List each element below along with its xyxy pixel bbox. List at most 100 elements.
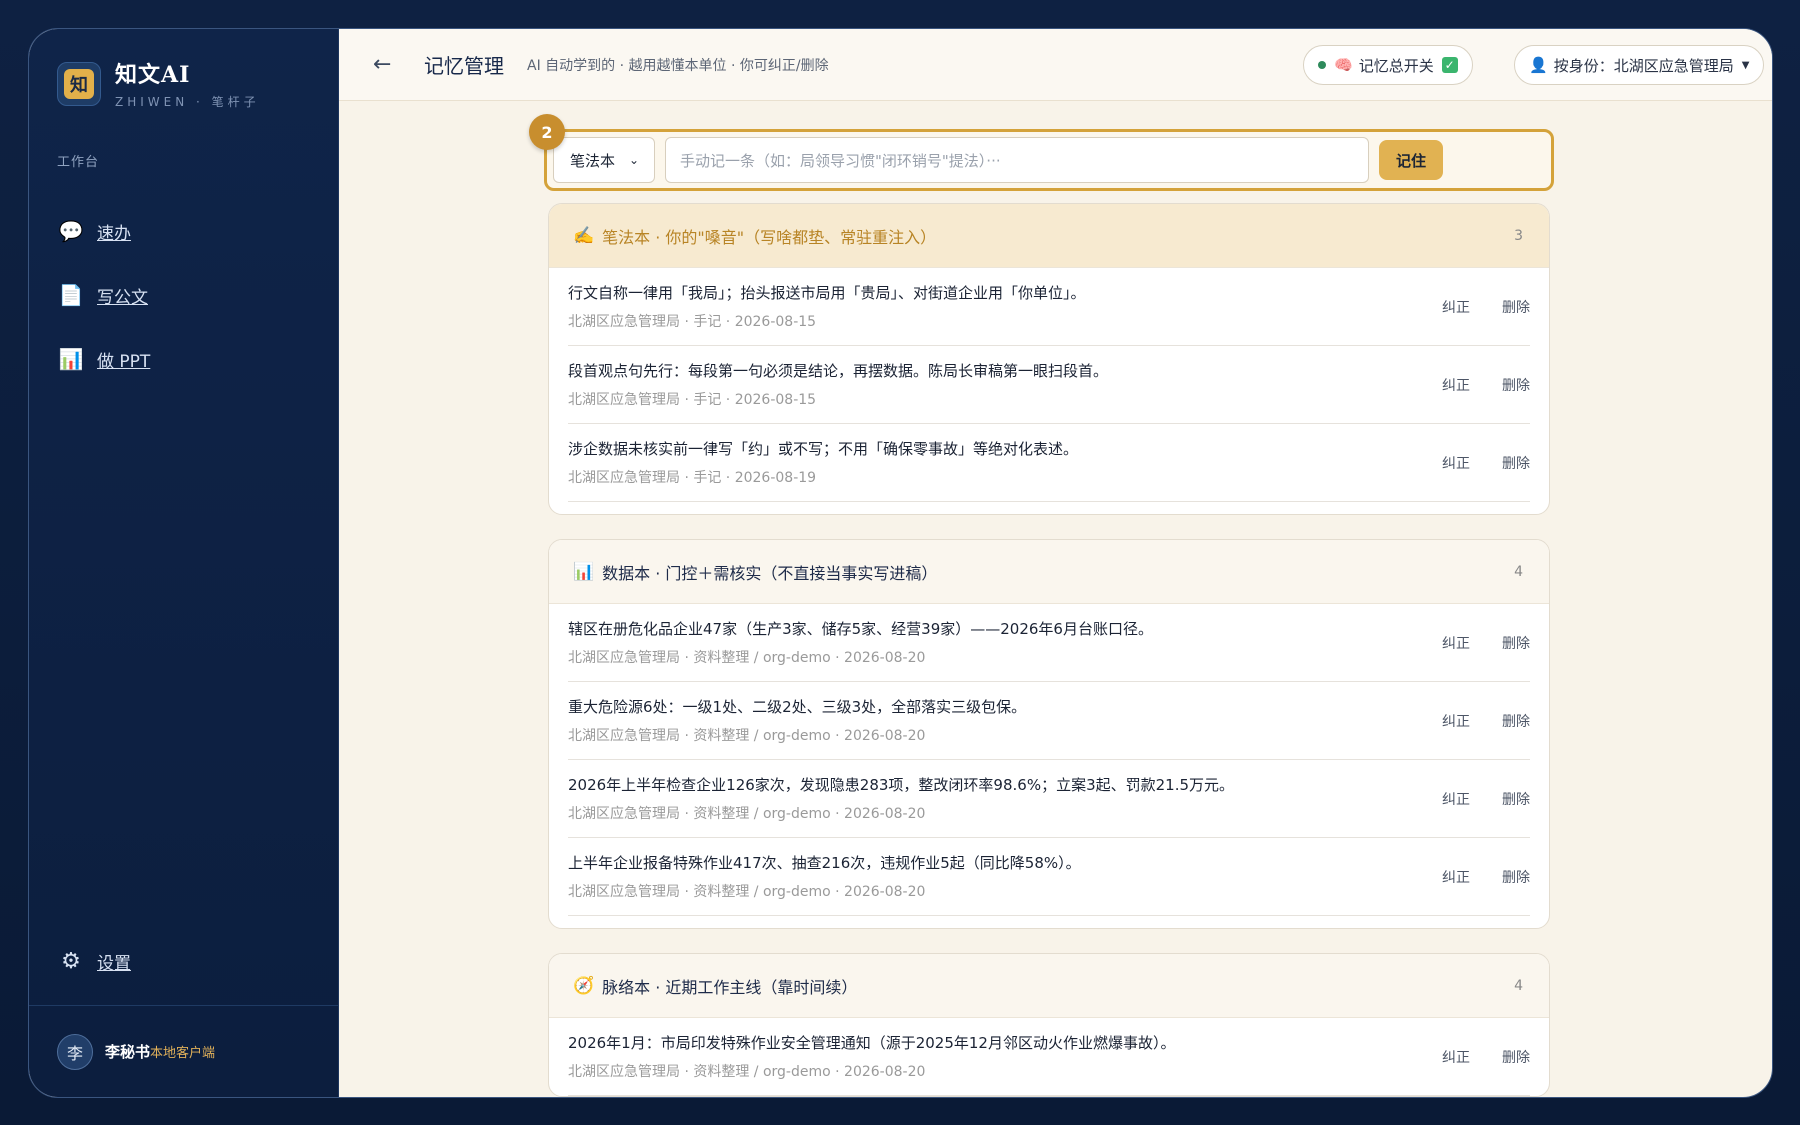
sidebar-section-label: 工作台 <box>57 155 100 170</box>
memory-meta: 北湖区应急管理局 · 资料整理 / org-demo · 2026-08-20 <box>568 1064 926 1080</box>
sidebar-item-write-doc[interactable]: 📄 写公文 <box>57 263 307 327</box>
memory-meta: 北湖区应急管理局 · 手记 · 2026-08-15 <box>568 392 817 408</box>
card-header: 🧭 脉络本 · 近期工作主线（靠时间续） 4 <box>549 954 1549 1018</box>
delete-button[interactable]: 删除 <box>1502 867 1530 887</box>
sidebar-item-label: 写公文 <box>97 287 148 308</box>
brand-logo-char: 知 <box>64 68 94 99</box>
memory-text: 段首观点句先行：每段第一句必须是结论，再摆数据。陈局长审稿第一眼扫段首。 <box>568 362 1109 380</box>
sidebar-item-settings[interactable]: ⚙ 设置 <box>57 949 131 974</box>
memory-input[interactable]: 手动记一条（如：局领导习惯"闭环销号"提法）··· <box>665 137 1369 183</box>
correct-button[interactable]: 纠正 <box>1442 867 1470 887</box>
app-window: 知 知文AI ZHIWEN · 笔杆子 工作台 💬 速办 📄 写公文 📊 做 P… <box>28 28 1773 1098</box>
list-item: 2026年上半年检查企业126家次，发现隐患283项，整改闭环率98.6%；立案… <box>568 760 1530 838</box>
card-title: 脉络本 · 近期工作主线（靠时间续） <box>602 977 858 997</box>
context-notebook-card: 🧭 脉络本 · 近期工作主线（靠时间续） 4 2026年1月：市局印发特殊作业安… <box>548 953 1550 1097</box>
checkbox-checked-icon[interactable]: ✓ <box>1441 57 1458 73</box>
identity-label: 按身份：北湖区应急管理局 <box>1553 56 1734 75</box>
card-title: 数据本 · 门控＋需核实（不直接当事实写进稿） <box>602 563 938 583</box>
manual-entry-bar: 2 笔法本 ⌄ 手动记一条（如：局领导习惯"闭环销号"提法）··· 记住 <box>529 114 1554 191</box>
brand: 知 知文AI ZHIWEN · 笔杆子 <box>57 57 260 110</box>
memory-meta: 北湖区应急管理局 · 资料整理 / org-demo · 2026-08-20 <box>568 884 926 900</box>
category-select[interactable]: 笔法本 ⌄ <box>553 137 655 183</box>
memory-text: 辖区在册危化品企业47家（生产3家、储存5家、经营39家）——2026年6月台账… <box>568 620 1153 638</box>
main-area: ← 记忆管理 AI 自动学到的 · 越用越懂本单位 · 你可纠正/删除 🧠 记忆… <box>339 29 1772 1097</box>
writing-hand-icon: ✍️ <box>573 225 595 246</box>
card-header: ✍️ 笔法本 · 你的"嗓音"（写啥都垫、常驻重注入） 3 <box>549 204 1549 268</box>
brand-name: 知文AI <box>115 62 191 88</box>
caret-down-icon: ▼ <box>1741 59 1750 71</box>
delete-button[interactable]: 删除 <box>1502 789 1530 809</box>
remember-button[interactable]: 记住 <box>1379 140 1443 180</box>
sidebar: 知 知文AI ZHIWEN · 笔杆子 工作台 💬 速办 📄 写公文 📊 做 P… <box>29 29 339 1097</box>
brand-logo-icon: 知 <box>57 61 101 106</box>
bar-chart-icon: 📊 <box>573 561 595 582</box>
memory-switch-label: 记忆总开关 <box>1358 56 1434 75</box>
sidebar-nav: 💬 速办 📄 写公文 📊 做 PPT <box>57 199 307 391</box>
delete-button[interactable]: 删除 <box>1502 375 1530 395</box>
memory-meta: 北湖区应急管理局 · 手记 · 2026-08-15 <box>568 314 817 330</box>
list-item: 重大危险源6处：一级1处、二级2处、三级3处，全部落实三级包保。 北湖区应急管理局… <box>568 682 1530 760</box>
memory-master-switch[interactable]: 🧠 记忆总开关 ✓ <box>1303 45 1473 85</box>
gear-icon: ⚙ <box>61 949 81 974</box>
memory-meta: 北湖区应急管理局 · 手记 · 2026-08-19 <box>568 470 817 486</box>
correct-button[interactable]: 纠正 <box>1442 711 1470 731</box>
list-item: 段首观点句先行：每段第一句必须是结论，再摆数据。陈局长审稿第一眼扫段首。 北湖区应… <box>568 346 1530 424</box>
avatar: 李 <box>57 1033 93 1070</box>
memory-meta: 北湖区应急管理局 · 资料整理 / org-demo · 2026-08-20 <box>568 728 926 744</box>
card-title: 笔法本 · 你的"嗓音"（写啥都垫、常驻重注入） <box>602 227 937 247</box>
brand-subtitle: ZHIWEN · 笔杆子 <box>115 95 260 109</box>
correct-button[interactable]: 纠正 <box>1442 1047 1470 1067</box>
memory-text: 重大危险源6处：一级1处、二级2处、三级3处，全部落实三级包保。 <box>568 698 1027 716</box>
list-item: 涉企数据未核实前一律写「约」或不写；不用「确保零事故」等绝对化表述。 北湖区应急管… <box>568 424 1530 502</box>
delete-button[interactable]: 删除 <box>1502 1047 1530 1067</box>
card-count: 3 <box>1514 227 1523 244</box>
sidebar-item-label: 做 PPT <box>97 351 151 372</box>
memory-meta: 北湖区应急管理局 · 资料整理 / org-demo · 2026-08-20 <box>568 650 926 666</box>
delete-button[interactable]: 删除 <box>1502 633 1530 653</box>
chevron-down-icon: ⌄ <box>629 153 640 167</box>
delete-button[interactable]: 删除 <box>1502 453 1530 473</box>
document-icon: 📄 <box>58 283 84 307</box>
list-item: 2026年1月：市局印发特殊作业安全管理通知（源于2025年12月邻区动火作业燃… <box>568 1018 1530 1096</box>
sidebar-item-label: 速办 <box>97 223 131 244</box>
page-title: 记忆管理 <box>424 54 504 78</box>
client-label: 本地客户端 <box>150 1046 216 1061</box>
chat-bubble-icon: 💬 <box>58 219 84 243</box>
delete-button[interactable]: 删除 <box>1502 711 1530 731</box>
user-block[interactable]: 李 李秘书本地客户端 <box>29 1005 338 1097</box>
status-dot-icon <box>1318 61 1326 69</box>
memory-meta: 北湖区应急管理局 · 资料整理 / org-demo · 2026-08-20 <box>568 806 926 822</box>
topbar: ← 记忆管理 AI 自动学到的 · 越用越懂本单位 · 你可纠正/删除 🧠 记忆… <box>339 29 1772 101</box>
memory-text: 2026年1月：市局印发特殊作业安全管理通知（源于2025年12月邻区动火作业燃… <box>568 1034 1176 1052</box>
bar-chart-icon: 📊 <box>58 347 84 371</box>
memory-text: 行文自称一律用「我局」；抬头报送市局用「贵局」、对街道企业用「你单位」。 <box>568 284 1086 302</box>
correct-button[interactable]: 纠正 <box>1442 633 1470 653</box>
compass-icon: 🧭 <box>573 975 595 996</box>
memory-text: 上半年企业报备特殊作业417次、抽查216次，违规作业5起（同比降58%）。 <box>568 854 1081 872</box>
memory-text: 2026年上半年检查企业126家次，发现隐患283项，整改闭环率98.6%；立案… <box>568 776 1235 794</box>
user-name: 李秘书 <box>105 1043 151 1061</box>
back-arrow-icon[interactable]: ← <box>373 52 391 77</box>
page-subtitle: AI 自动学到的 · 越用越懂本单位 · 你可纠正/删除 <box>527 57 829 74</box>
sidebar-item-ppt[interactable]: 📊 做 PPT <box>57 327 307 391</box>
person-icon: 👤 <box>1529 56 1548 74</box>
pen-notebook-card: ✍️ 笔法本 · 你的"嗓音"（写啥都垫、常驻重注入） 3 行文自称一律用「我局… <box>548 203 1550 515</box>
brain-icon: 🧠 <box>1334 56 1353 74</box>
card-count: 4 <box>1514 563 1523 580</box>
list-item: 行文自称一律用「我局」；抬头报送市局用「贵局」、对街道企业用「你单位」。 北湖区应… <box>568 268 1530 346</box>
correct-button[interactable]: 纠正 <box>1442 375 1470 395</box>
sidebar-item-quick[interactable]: 💬 速办 <box>57 199 307 263</box>
memory-text: 涉企数据未核实前一律写「约」或不写；不用「确保零事故」等绝对化表述。 <box>568 440 1079 458</box>
category-select-value: 笔法本 <box>570 151 616 170</box>
correct-button[interactable]: 纠正 <box>1442 453 1470 473</box>
settings-label: 设置 <box>97 954 131 974</box>
identity-dropdown[interactable]: 👤 按身份：北湖区应急管理局 ▼ <box>1514 45 1765 85</box>
correct-button[interactable]: 纠正 <box>1442 789 1470 809</box>
card-count: 4 <box>1514 977 1523 994</box>
correct-button[interactable]: 纠正 <box>1442 297 1470 317</box>
list-item: 辖区在册危化品企业47家（生产3家、储存5家、经营39家）——2026年6月台账… <box>568 604 1530 682</box>
delete-button[interactable]: 删除 <box>1502 297 1530 317</box>
memory-content: 2 笔法本 ⌄ 手动记一条（如：局领导习惯"闭环销号"提法）··· 记住 ✍️ … <box>529 114 1554 1097</box>
card-header: 📊 数据本 · 门控＋需核实（不直接当事实写进稿） 4 <box>549 540 1549 604</box>
step-badge: 2 <box>529 114 565 150</box>
